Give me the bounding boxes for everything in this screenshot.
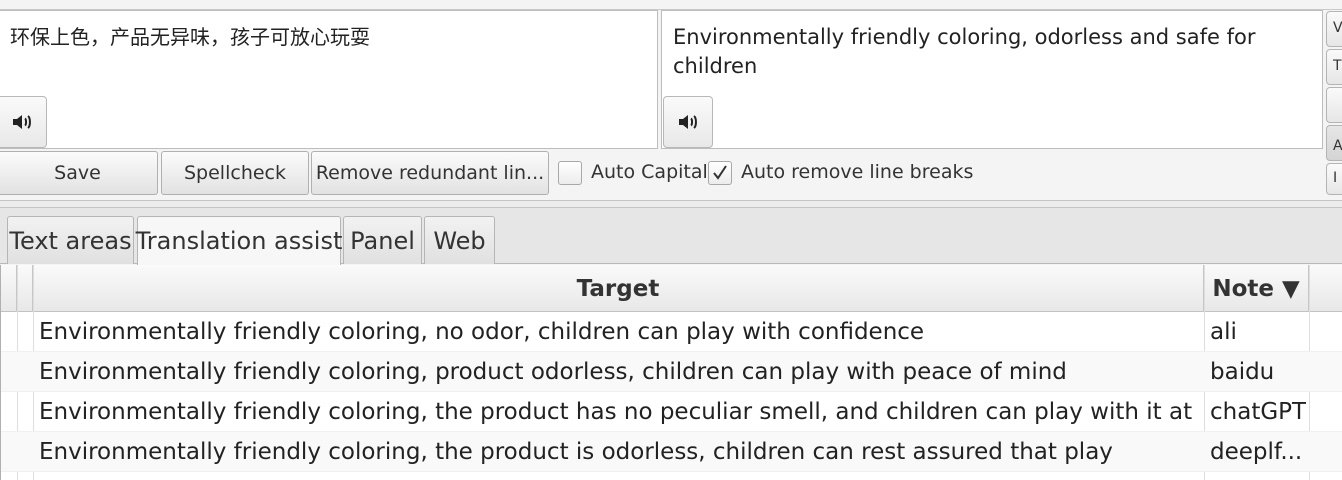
translation-table: Target Note ▼ Environmentally friendly c… bbox=[0, 265, 1342, 480]
tab-translation-assist[interactable]: Translation assist bbox=[136, 216, 342, 265]
auto-remove-line-breaks-checkbox[interactable] bbox=[708, 161, 732, 185]
target-cell: Environmentally friendly coloring, produ… bbox=[39, 359, 1067, 385]
translator-app: 环保上色，产品无异味，孩子可放心玩耍 Environmentally frien… bbox=[0, 0, 1342, 480]
table-row[interactable]: Environmentally friendly coloring, produ… bbox=[1, 352, 1342, 392]
split-divider[interactable] bbox=[0, 200, 1342, 208]
target-cell: Environmentally friendly coloring, the p… bbox=[39, 399, 1199, 425]
edge-button-2[interactable]: T bbox=[1326, 49, 1342, 85]
edge-button-4[interactable]: A bbox=[1326, 125, 1342, 161]
table-row[interactable]: Environmentally friendly coloring, the p… bbox=[1, 392, 1342, 432]
edge-button-1-label: V bbox=[1333, 20, 1342, 36]
source-speak-button[interactable] bbox=[0, 96, 47, 148]
toolbar: Save Spellcheck Remove redundant lin... … bbox=[0, 150, 1324, 196]
tab-bar: Text areas Translation assist Panel Web bbox=[0, 208, 1342, 265]
note-cell: deeplf... bbox=[1210, 439, 1303, 465]
table-row[interactable]: Environmentally friendly coloring, the p… bbox=[1, 432, 1342, 472]
target-speak-button[interactable] bbox=[663, 96, 713, 148]
target-text[interactable]: Environmentally friendly coloring, odorl… bbox=[673, 23, 1308, 81]
tab-text-areas[interactable]: Text areas bbox=[7, 216, 134, 264]
table-header: Target Note ▼ bbox=[1, 265, 1342, 312]
top-border bbox=[0, 0, 1342, 10]
note-cell: ali bbox=[1210, 319, 1237, 345]
note-cell: baidu bbox=[1210, 359, 1275, 385]
source-text[interactable]: 环保上色，产品无异味，孩子可放心玩耍 bbox=[10, 23, 643, 52]
edge-button-2-label: T bbox=[1333, 58, 1342, 74]
checkmark-icon bbox=[713, 165, 727, 180]
table-row[interactable]: Environmentally friendly coloring, no od… bbox=[1, 312, 1342, 352]
edge-button-1[interactable]: V bbox=[1326, 11, 1342, 47]
speaker-icon bbox=[679, 115, 697, 129]
target-cell: Environmentally friendly coloring, the p… bbox=[39, 439, 1113, 465]
auto-remove-line-breaks-label: Auto remove line breaks bbox=[741, 161, 974, 183]
edge-button-3[interactable] bbox=[1326, 87, 1342, 123]
tab-panel[interactable]: Panel bbox=[343, 216, 422, 264]
auto-capital-checkbox[interactable] bbox=[558, 161, 582, 185]
note-cell: chatGPT bbox=[1210, 399, 1306, 425]
target-cell: Environmentally friendly coloring, no od… bbox=[39, 319, 925, 345]
auto-capital-label: Auto Capital bbox=[591, 161, 708, 183]
speaker-icon bbox=[13, 115, 31, 129]
target-column-header[interactable]: Target bbox=[33, 265, 1204, 312]
edge-button-5[interactable]: I bbox=[1326, 163, 1342, 195]
note-column-header[interactable]: Note ▼ bbox=[1204, 265, 1309, 312]
edge-button-4-label: A bbox=[1333, 138, 1342, 154]
target-text-area[interactable]: Environmentally friendly coloring, odorl… bbox=[661, 10, 1323, 149]
edge-button-5-label: I bbox=[1333, 170, 1338, 186]
tab-web[interactable]: Web bbox=[424, 216, 495, 264]
save-button[interactable]: Save bbox=[0, 151, 158, 195]
spellcheck-button[interactable]: Spellcheck bbox=[161, 151, 309, 195]
remove-redundant-lines-button[interactable]: Remove redundant lin... bbox=[311, 151, 549, 195]
marker-column bbox=[17, 265, 33, 312]
row-header-column bbox=[1, 265, 17, 312]
source-text-area[interactable]: 环保上色，产品无异味，孩子可放心玩耍 bbox=[0, 10, 658, 149]
